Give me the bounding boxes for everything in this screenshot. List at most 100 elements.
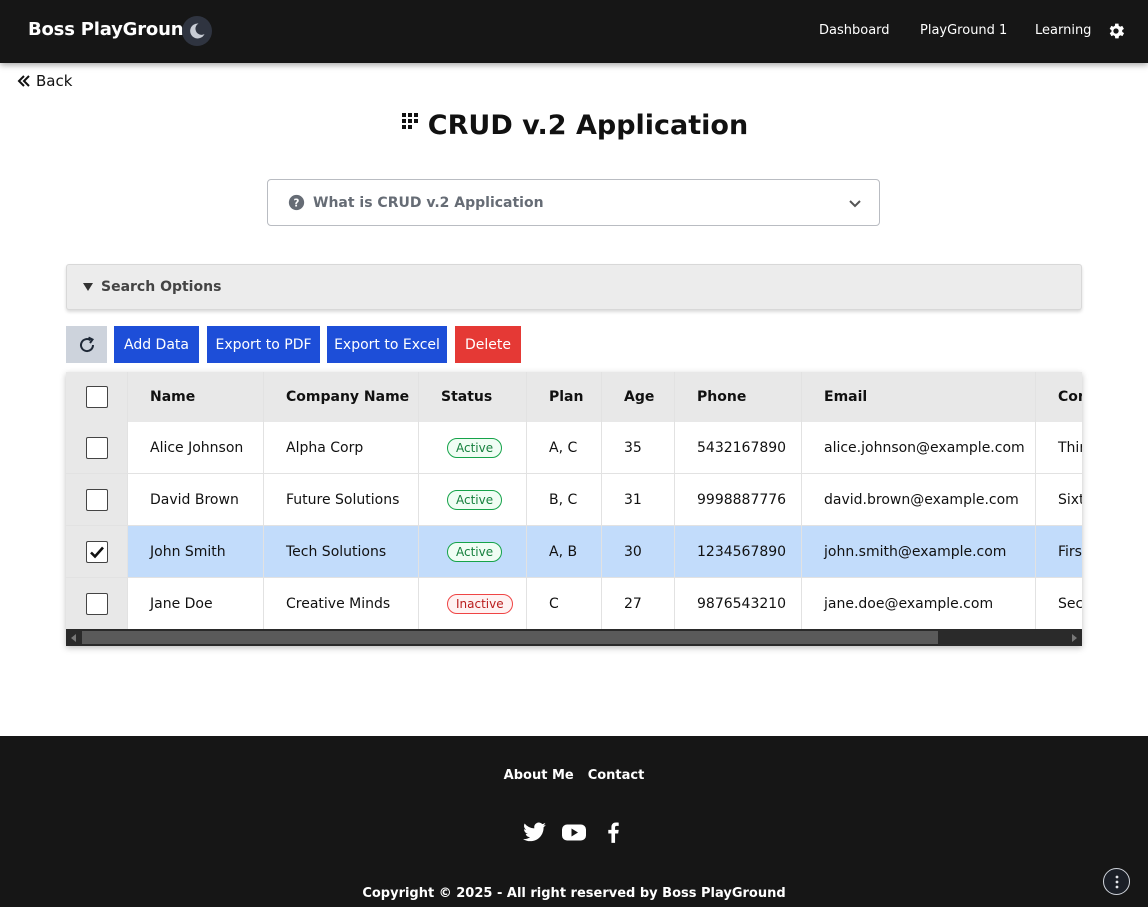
back-label: Back [36, 72, 73, 90]
status-badge: Active [447, 489, 503, 510]
cell-name: John Smith [128, 526, 264, 577]
status-badge: Active [447, 541, 503, 562]
brand-logo[interactable]: Boss PlayGround [28, 19, 196, 40]
column-header-age[interactable]: Age [602, 372, 675, 422]
table-row[interactable]: David Brown Future Solutions Active B, C 31 9… [66, 474, 1082, 526]
table-row[interactable]: Jane Doe Creative Minds Inactive C 27 9876543… [66, 578, 1082, 630]
twitter-icon[interactable] [522, 820, 547, 845]
info-accordion[interactable]: ? What is CRUD v.2 Application [267, 179, 880, 226]
cell-plan: C [527, 578, 602, 629]
more-options-button[interactable] [1103, 868, 1130, 895]
cell-company: Creative Minds [264, 578, 419, 629]
nav-link-dashboard[interactable]: Dashboard [819, 23, 890, 38]
select-all-cell [66, 372, 128, 422]
column-header-plan[interactable]: Plan [527, 372, 602, 422]
svg-text:?: ? [294, 198, 300, 209]
cell-con: Thir [1058, 439, 1082, 456]
cell-con: Sec [1058, 595, 1082, 612]
table-header-row: Name Company Name Status Plan Age Phone … [66, 372, 1082, 422]
export-excel-button[interactable]: Export to Excel [327, 326, 447, 363]
moon-icon [190, 23, 205, 39]
row-select-cell [66, 526, 128, 577]
column-header-company[interactable]: Company Name [264, 372, 419, 422]
search-options-panel[interactable]: Search Options [66, 264, 1082, 310]
cell-phone: 5432167890 [675, 422, 802, 473]
cell-status: Active [419, 474, 527, 525]
cell-plan: A, C [527, 422, 602, 473]
youtube-icon[interactable] [561, 820, 587, 845]
cell-company: Tech Solutions [264, 526, 419, 577]
nav-link-learning[interactable]: Learning [1035, 23, 1091, 38]
cell-age: 35 [602, 422, 675, 473]
cell-phone: 9876543210 [675, 578, 802, 629]
cell-company: Future Solutions [264, 474, 419, 525]
question-circle-icon: ? [288, 194, 305, 211]
grid-dots-icon [401, 112, 418, 129]
cell-con: Sixt [1058, 491, 1082, 508]
row-select-cell [66, 422, 128, 473]
cell-name: Alice Johnson [128, 422, 264, 473]
vertical-dots-icon [1115, 875, 1118, 888]
cell-email: jane.doe@example.com [802, 578, 1036, 629]
select-all-checkbox[interactable] [85, 386, 108, 408]
row-checkbox[interactable] [85, 436, 108, 459]
cell-status: Active [419, 422, 527, 473]
cell-age: 30 [602, 526, 675, 577]
chevron-down-icon [849, 200, 861, 208]
cell-plan: B, C [527, 474, 602, 525]
refresh-icon [79, 336, 94, 352]
checkmark-icon [89, 546, 104, 558]
footer-link-about[interactable]: About Me [504, 768, 574, 783]
search-options-label: Search Options [101, 279, 222, 295]
cell-status: Inactive [419, 578, 527, 629]
cell-status: Active [419, 526, 527, 577]
column-header-status[interactable]: Status [419, 372, 527, 422]
cell-email: david.brown@example.com [802, 474, 1036, 525]
table-row[interactable]: John Smith Tech Solutions Active A, B 30 1234… [66, 526, 1082, 578]
double-chevron-left-icon [17, 75, 30, 87]
cell-con: First [1036, 526, 1082, 577]
page-title-row: CRUD v.2 Application [0, 110, 1148, 141]
cell-name: David Brown [128, 474, 264, 525]
theme-toggle-button[interactable] [182, 16, 212, 46]
export-pdf-button[interactable]: Export to PDF [207, 326, 320, 363]
cell-email: alice.johnson@example.com [802, 422, 1036, 473]
cell-plan: A, B [527, 526, 602, 577]
refresh-button[interactable] [66, 326, 107, 363]
cell-email: john.smith@example.com [802, 526, 1036, 577]
cell-phone: 9998887776 [675, 474, 802, 525]
footer-link-contact[interactable]: Contact [588, 768, 645, 783]
triangle-down-icon [83, 283, 93, 291]
column-header-name[interactable]: Name [128, 372, 264, 422]
cell-phone: 1234567890 [675, 526, 802, 577]
row-select-cell [66, 578, 128, 629]
add-data-button[interactable]: Add Data [114, 326, 199, 363]
gear-icon[interactable] [1106, 21, 1126, 41]
back-link[interactable]: Back [16, 72, 72, 90]
facebook-icon[interactable] [601, 820, 626, 845]
cell-age: 31 [602, 474, 675, 525]
table-row[interactable]: Alice Johnson Alpha Corp Active A, C 35 54321… [66, 422, 1082, 474]
footer-links: About Me Contact [0, 768, 1148, 783]
page-title: CRUD v.2 Application [427, 110, 749, 141]
row-checkbox[interactable] [85, 592, 108, 615]
delete-button[interactable]: Delete [455, 326, 521, 363]
data-table: Name Company Name Status Plan Age Phone … [66, 372, 1082, 646]
nav-link-playground-1[interactable]: PlayGround 1 [920, 23, 1007, 38]
status-badge: Inactive [447, 593, 513, 614]
footer: About Me Contact Copyright © 2025 - All … [0, 736, 1148, 907]
scroll-left-arrow-icon[interactable] [71, 634, 76, 642]
top-navbar: Boss PlayGround Dashboard PlayGround 1 L… [0, 0, 1148, 63]
horizontal-scrollbar[interactable] [66, 629, 1082, 646]
scrollbar-thumb[interactable] [82, 631, 938, 644]
accordion-label: What is CRUD v.2 Application [313, 194, 544, 211]
row-select-cell [66, 474, 128, 525]
cell-age: 27 [602, 578, 675, 629]
cell-name: Jane Doe [128, 578, 264, 629]
column-header-con[interactable]: Con [1036, 372, 1082, 422]
scroll-right-arrow-icon[interactable] [1072, 634, 1077, 642]
column-header-phone[interactable]: Phone [675, 372, 802, 422]
column-header-email[interactable]: Email [802, 372, 1036, 422]
row-checkbox[interactable] [85, 540, 108, 563]
row-checkbox[interactable] [85, 488, 108, 511]
